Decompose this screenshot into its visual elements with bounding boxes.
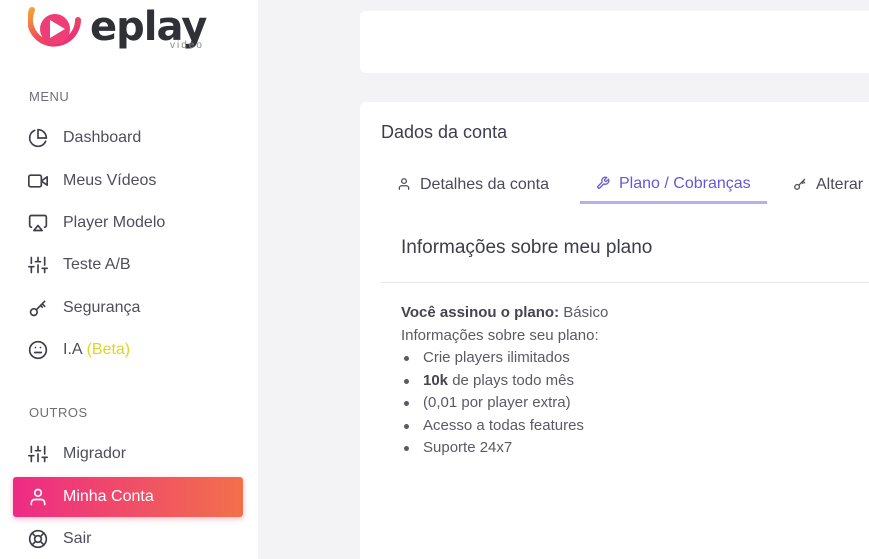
- subscribed-line: Você assinou o plano: Básico: [401, 302, 608, 325]
- brand-sub: video: [170, 40, 204, 51]
- others-section-title: OUTROS: [29, 405, 88, 420]
- plan-info: Você assinou o plano: Básico Informações…: [401, 302, 608, 460]
- sidebar-item-label: Minha Conta: [63, 488, 154, 505]
- feature-text: Crie players ilimitados: [423, 349, 570, 366]
- card-title: Dados da conta: [381, 122, 508, 142]
- feature-text: de plays todo mês: [452, 371, 574, 389]
- sidebar-item-label: Sair: [63, 530, 92, 547]
- sliders-icon: [27, 443, 49, 465]
- sliders-icon: [27, 254, 49, 276]
- sidebar-item-label: Player Modelo: [63, 214, 166, 231]
- sidebar-item-label: I.A: [63, 341, 83, 358]
- feature-bold: 10k: [423, 371, 449, 389]
- list-item: Acesso a todas features: [401, 415, 608, 438]
- account-card: Dados da conta Detalhes da conta Plano /…: [360, 102, 869, 559]
- play-logo-icon: [28, 7, 81, 47]
- subscribed-label: Você assinou o plano:: [401, 304, 560, 321]
- tab-label: Detalhes da conta: [420, 176, 549, 193]
- list-item: (0,01 por player extra): [401, 392, 608, 415]
- sidebar-item-player-modelo[interactable]: Player Modelo: [13, 203, 243, 243]
- list-item: Suporte 24x7: [401, 437, 608, 460]
- sidebar-item-label: Dashboard: [63, 129, 142, 146]
- sidebar-item-dashboard[interactable]: Dashboard: [13, 118, 243, 158]
- sidebar-item-label: Migrador: [63, 445, 127, 462]
- video-camera-icon: [27, 170, 49, 192]
- sidebar-item-meus-videos[interactable]: Meus Vídeos: [13, 161, 243, 201]
- sidebar-item-teste-ab[interactable]: Teste A/B: [13, 245, 243, 285]
- sidebar-item-sair[interactable]: Sair: [13, 519, 243, 559]
- sidebar-item-seguranca[interactable]: Segurança: [13, 288, 243, 328]
- sidebar-item-label: Segurança: [63, 299, 141, 316]
- sidebar-item-label: Meus Vídeos: [63, 172, 157, 189]
- sidebar-item-minha-conta[interactable]: Minha Conta: [13, 477, 243, 517]
- airplay-icon: [27, 212, 49, 234]
- key-icon: [793, 177, 809, 193]
- sidebar-item-ia[interactable]: I.A (Beta): [13, 330, 243, 370]
- menu-section-title: MENU: [29, 89, 70, 104]
- beta-badge: (Beta): [86, 341, 131, 358]
- brand-logo[interactable]: eplay video: [28, 4, 228, 56]
- plan-name: Básico: [563, 304, 609, 321]
- plan-heading: Informações sobre meu plano: [401, 237, 653, 258]
- top-card: [360, 11, 869, 73]
- tab-label: Alterar: [816, 176, 864, 193]
- feature-text: Suporte 24x7: [423, 439, 513, 456]
- tab-plano[interactable]: Plano / Cobranças: [580, 166, 767, 204]
- user-icon: [397, 177, 413, 193]
- tab-label: Plano / Cobranças: [619, 174, 751, 192]
- sidebar-item-migrador[interactable]: Migrador: [13, 434, 243, 474]
- smile-icon: [27, 339, 49, 361]
- tab-alterar[interactable]: Alterar: [777, 166, 869, 204]
- account-tabs: Detalhes da conta Plano / Cobranças Alte…: [381, 166, 869, 204]
- list-item: 10k de plays todo mês: [401, 370, 608, 393]
- lifebuoy-icon: [27, 528, 49, 550]
- feature-list: Crie players ilimitados 10k de plays tod…: [401, 347, 608, 460]
- feature-text: Acesso a todas features: [423, 416, 584, 434]
- sidebar: eplay video MENU Dashboard Meus Vídeos P…: [0, 0, 258, 559]
- key-icon: [27, 297, 49, 319]
- user-icon: [27, 486, 49, 508]
- feature-text: (0,01 por player extra): [423, 394, 571, 411]
- divider: [381, 282, 869, 283]
- info-label: Informações sobre seu plano:: [401, 326, 599, 344]
- pie-chart-icon: [27, 127, 49, 149]
- tab-detalhes[interactable]: Detalhes da conta: [381, 166, 565, 204]
- sidebar-item-label: Teste A/B: [63, 256, 131, 273]
- tool-icon: [596, 176, 612, 192]
- list-item: Crie players ilimitados: [401, 347, 608, 370]
